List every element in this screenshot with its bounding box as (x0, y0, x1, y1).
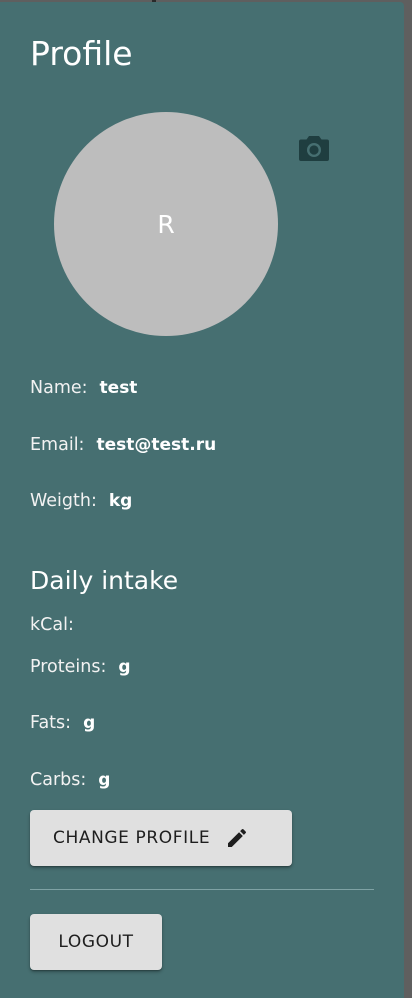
carbs-value: g (98, 770, 111, 790)
profile-panel: Profile R Name: test Email: test@test.ru… (0, 2, 404, 998)
weight-value: kg (108, 491, 133, 511)
pencil-icon (225, 826, 249, 850)
email-label: Email: (30, 435, 85, 455)
daily-intake-title: Daily intake (30, 566, 179, 595)
carbs-label: Carbs: (30, 770, 87, 790)
change-profile-label: CHANGE PROFILE (53, 828, 211, 848)
proteins-row: Proteins: g (30, 657, 131, 677)
weight-row: Weigth: kg (30, 491, 132, 511)
avatar: R (54, 112, 278, 336)
name-value: test (99, 378, 138, 398)
divider (30, 889, 374, 890)
proteins-value: g (118, 657, 131, 677)
email-row: Email: test@test.ru (30, 435, 216, 455)
name-row: Name: test (30, 378, 137, 398)
page-title: Profile (30, 34, 133, 73)
logout-label: LOGOUT (58, 932, 134, 952)
kcal-label: kCal: (30, 615, 74, 635)
fats-row: Fats: g (30, 713, 95, 733)
change-photo-button[interactable] (296, 132, 332, 164)
logout-button[interactable]: LOGOUT (30, 914, 162, 970)
weight-label: Weigth: (30, 491, 97, 511)
camera-icon (299, 136, 329, 161)
kcal-row: kCal: (30, 615, 86, 635)
carbs-row: Carbs: g (30, 770, 110, 790)
proteins-label: Proteins: (30, 657, 107, 677)
fats-value: g (83, 713, 96, 733)
name-label: Name: (30, 378, 88, 398)
email-value: test@test.ru (96, 435, 217, 455)
fats-label: Fats: (30, 713, 72, 733)
change-profile-button[interactable]: CHANGE PROFILE (30, 810, 292, 866)
